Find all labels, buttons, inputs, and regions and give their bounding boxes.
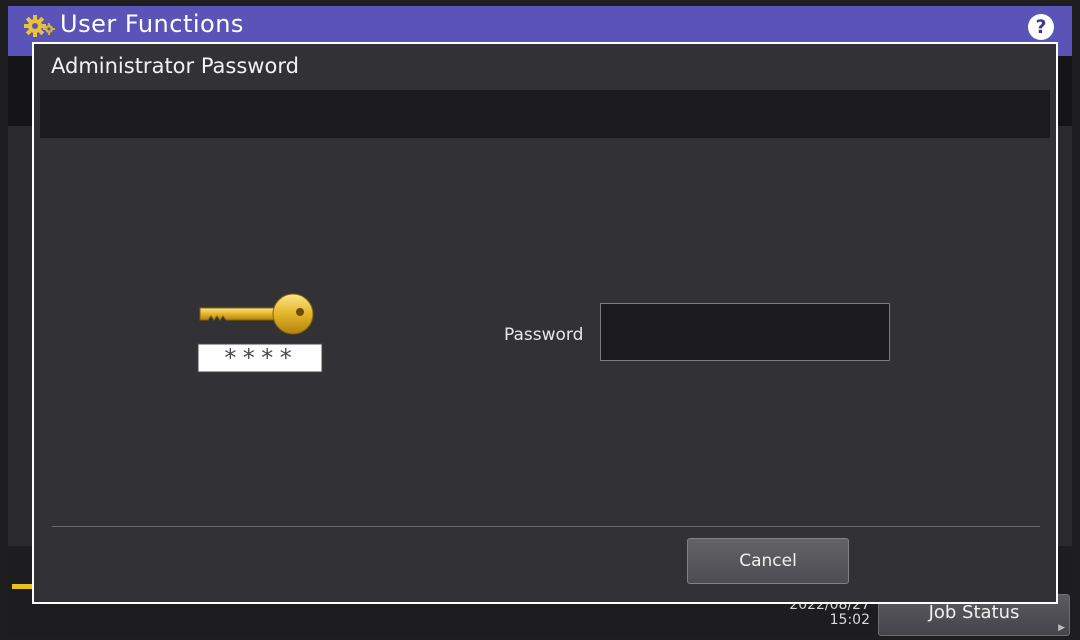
triangle-right-icon: ▶ <box>1058 623 1065 633</box>
status-indicator <box>12 584 34 589</box>
divider <box>52 526 1040 527</box>
job-status-label: Job Status <box>928 602 1020 623</box>
gear-icon <box>24 15 55 37</box>
password-label: Password <box>504 325 584 345</box>
admin-password-dialog: Administrator Password **** Password Can… <box>32 42 1058 604</box>
dialog-title: Administrator Password <box>51 54 299 78</box>
key-password-icon: **** <box>197 293 323 373</box>
cancel-button[interactable]: Cancel <box>687 538 849 584</box>
page-title: User Functions <box>60 10 244 38</box>
password-input[interactable] <box>600 303 890 361</box>
time-text: 15:02 <box>829 612 870 628</box>
help-icon[interactable]: ? <box>1028 14 1054 40</box>
masked-text: **** <box>223 344 297 372</box>
dialog-message-band <box>40 90 1050 138</box>
